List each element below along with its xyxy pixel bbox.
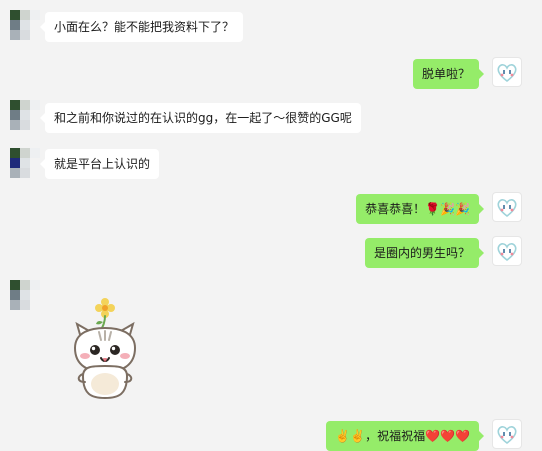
message-bubble[interactable]: 就是平台上认识的: [39, 149, 160, 179]
contact-avatar[interactable]: [10, 100, 40, 130]
heart-face-avatar-icon[interactable]: [492, 236, 522, 266]
chat-window: 小面在么？能不能把我资料下了？ 脱单啦？ 和之前和你说过的在认识的gg，在一起了…: [0, 0, 542, 451]
heart-face-avatar-icon[interactable]: [492, 57, 522, 87]
message-bubble[interactable]: 是圈内的男生吗？: [364, 238, 485, 268]
heart-face-avatar-icon[interactable]: [492, 192, 522, 222]
message-bubble[interactable]: 小面在么？能不能把我资料下了？: [39, 12, 244, 42]
flower-icon: [95, 298, 115, 331]
contact-avatar[interactable]: [10, 10, 40, 40]
message-bubble[interactable]: 恭喜恭喜！🌹🎉🎉: [356, 194, 484, 224]
cat-sticker-with-flower[interactable]: [65, 296, 145, 401]
heart-face-avatar-icon[interactable]: [492, 419, 522, 449]
contact-avatar[interactable]: [10, 148, 40, 178]
cat-icon: [73, 321, 137, 400]
contact-avatar[interactable]: [10, 280, 40, 310]
message-bubble[interactable]: 脱单啦？: [412, 59, 485, 89]
message-bubble[interactable]: 和之前和你说过的在认识的gg，在一起了～很赞的GG呢: [40, 103, 361, 133]
